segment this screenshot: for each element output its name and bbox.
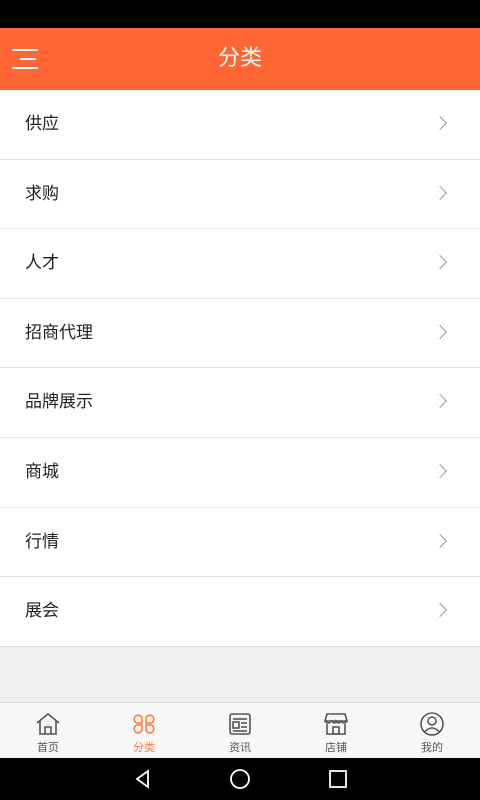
home-icon — [36, 712, 60, 735]
home-button-icon[interactable] — [210, 758, 270, 800]
page-title: 分类 — [217, 46, 262, 71]
category-list: 供应 求购 人才 招商代理 品牌展示 商城 行情 展会 — [0, 90, 480, 647]
category-item-mall[interactable]: 商城 — [0, 437, 480, 508]
category-label: 人才 — [25, 253, 59, 274]
store-icon — [323, 713, 349, 735]
recents-icon[interactable] — [308, 758, 368, 800]
chevron-right-icon — [432, 324, 448, 339]
category-icon — [133, 714, 155, 734]
news-icon — [229, 713, 251, 735]
category-item-supply[interactable]: 供应 — [0, 90, 480, 160]
category-item-talent[interactable]: 人才 — [0, 229, 480, 299]
chevron-right-icon — [432, 185, 448, 200]
status-bar — [0, 0, 480, 28]
back-icon[interactable] — [113, 758, 173, 800]
chevron-right-icon — [432, 533, 448, 548]
category-item-brand[interactable]: 品牌展示 — [0, 368, 480, 438]
category-item-investment[interactable]: 招商代理 — [0, 298, 480, 369]
category-label: 品牌展示 — [25, 392, 93, 413]
app-header: 分类 — [0, 28, 480, 90]
tab-label: 资讯 — [229, 741, 251, 754]
category-label: 商城 — [25, 461, 59, 482]
chevron-right-icon — [432, 394, 448, 409]
chevron-right-icon — [432, 463, 448, 479]
category-item-market[interactable]: 行情 — [0, 507, 480, 578]
category-item-purchase[interactable]: 求购 — [0, 159, 480, 230]
bottom-tab-bar: 首页 分类 资讯 店铺 我的 — [0, 702, 480, 758]
category-label: 展会 — [25, 601, 59, 622]
tab-category[interactable]: 分类 — [96, 703, 192, 758]
tab-label: 分类 — [133, 741, 155, 754]
tab-label: 店铺 — [325, 741, 347, 754]
category-label: 求购 — [25, 183, 59, 204]
chevron-right-icon — [432, 255, 448, 270]
category-label: 供应 — [25, 114, 59, 134]
category-item-exhibition[interactable]: 展会 — [0, 577, 480, 647]
tab-label: 我的 — [421, 741, 443, 754]
category-label: 行情 — [25, 531, 59, 552]
tab-news[interactable]: 资讯 — [192, 703, 288, 758]
chevron-right-icon — [432, 115, 448, 131]
category-label: 招商代理 — [25, 322, 93, 343]
tab-home[interactable]: 首页 — [0, 703, 96, 758]
chevron-right-icon — [432, 603, 448, 618]
tab-label: 首页 — [37, 741, 59, 754]
system-nav-bar — [0, 758, 480, 800]
profile-icon — [420, 712, 444, 736]
tab-profile[interactable]: 我的 — [384, 703, 480, 758]
tab-store[interactable]: 店铺 — [288, 703, 384, 758]
